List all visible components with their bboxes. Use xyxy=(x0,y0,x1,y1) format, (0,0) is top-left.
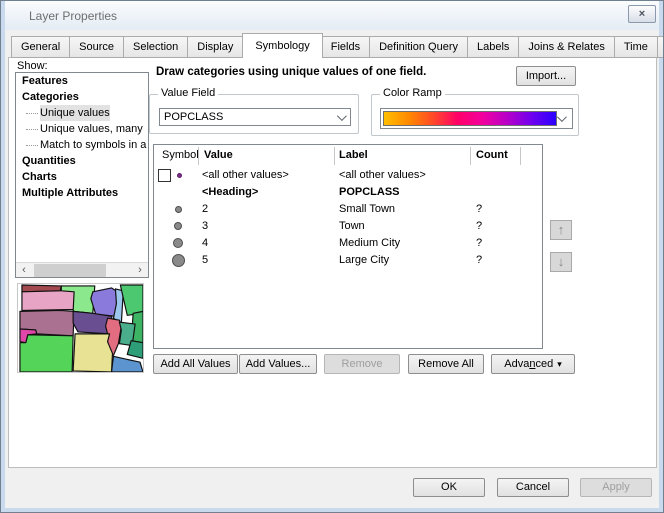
column-header-count: Count xyxy=(476,149,508,161)
value-field-label: Value Field xyxy=(158,87,218,99)
table-row[interactable]: 3 Town ? xyxy=(154,218,542,235)
tree-connector xyxy=(26,145,38,146)
tree-item-unique-values-many[interactable]: Unique values, many xyxy=(16,121,148,137)
column-separator[interactable] xyxy=(198,147,199,165)
tab-definition-query[interactable]: Definition Query xyxy=(370,36,468,58)
down-arrow-icon: ↓ xyxy=(558,254,565,269)
remove-button: Remove xyxy=(324,354,400,374)
color-ramp-label: Color Ramp xyxy=(380,87,445,99)
column-header-label: Label xyxy=(339,149,368,161)
advanced-button[interactable]: Advanced▾ xyxy=(491,354,575,374)
tab-general[interactable]: General xyxy=(11,36,70,58)
dropdown-caret-icon: ▾ xyxy=(557,359,562,369)
table-row[interactable]: 5 Large City ? xyxy=(154,252,542,269)
tree-item-match-symbols[interactable]: Match to symbols in a xyxy=(16,137,148,153)
tree-item-categories[interactable]: Categories xyxy=(16,89,148,105)
dialog-client-area: General Source Selection Display Symbolo… xyxy=(5,30,659,508)
tree-connector xyxy=(26,129,38,130)
scroll-right-icon[interactable]: › xyxy=(132,263,148,277)
color-ramp-group: Color Ramp xyxy=(371,94,579,136)
table-row[interactable]: 2 Small Town ? xyxy=(154,201,542,218)
add-all-values-button[interactable]: Add All Values xyxy=(153,354,238,374)
column-separator[interactable] xyxy=(520,147,521,165)
tab-labels[interactable]: Labels xyxy=(468,36,519,58)
point-symbol-icon xyxy=(173,238,183,248)
color-ramp-swatch xyxy=(383,111,557,126)
window-title: Layer Properties xyxy=(29,9,117,23)
symbol-cell[interactable] xyxy=(154,235,198,252)
tree-item-features[interactable]: Features xyxy=(16,73,148,89)
tree-item-quantities[interactable]: Quantities xyxy=(16,153,148,169)
up-arrow-icon: ↑ xyxy=(558,222,565,237)
move-up-button[interactable]: ↑ xyxy=(550,220,572,240)
import-button[interactable]: Import... xyxy=(516,66,576,86)
tab-symbology[interactable]: Symbology xyxy=(242,33,322,58)
symbol-cell[interactable] xyxy=(154,201,198,218)
value-field-value: POPCLASS xyxy=(164,111,223,123)
scroll-left-icon[interactable]: ‹ xyxy=(16,263,32,277)
symbol-cell[interactable] xyxy=(154,218,198,235)
show-label: Show: xyxy=(17,60,48,72)
column-separator[interactable] xyxy=(470,147,471,165)
move-down-button[interactable]: ↓ xyxy=(550,252,572,272)
cancel-button[interactable]: Cancel xyxy=(497,478,569,497)
color-ramp-dropdown[interactable] xyxy=(380,108,573,129)
tree-item-charts[interactable]: Charts xyxy=(16,169,148,185)
tab-display[interactable]: Display xyxy=(188,36,243,58)
tab-selection[interactable]: Selection xyxy=(124,36,188,58)
tab-source[interactable]: Source xyxy=(70,36,124,58)
scrollbar-thumb[interactable] xyxy=(34,264,106,277)
point-symbol-icon xyxy=(177,173,182,178)
remove-all-button[interactable]: Remove All xyxy=(408,354,484,374)
tab-joins-relates[interactable]: Joins & Relates xyxy=(519,36,614,58)
chevron-down-icon xyxy=(557,112,567,122)
point-symbol-icon xyxy=(175,206,182,213)
show-tree-panel: Features Categories Unique values Unique… xyxy=(15,72,149,278)
tab-time[interactable]: Time xyxy=(615,36,658,58)
layer-properties-dialog: Layer Properties × General Source Select… xyxy=(0,0,664,513)
symbology-tab-page: Show: Features Categories Unique values … xyxy=(8,57,657,468)
tab-bar: General Source Selection Display Symbolo… xyxy=(11,35,664,58)
column-header-symbol: Symbol xyxy=(162,149,199,161)
tree-item-unique-values[interactable]: Unique values xyxy=(16,105,148,121)
table-row[interactable]: <all other values> <all other values> xyxy=(154,167,542,184)
values-table: Symbol Value Label Count <all other valu… xyxy=(153,144,543,349)
column-separator[interactable] xyxy=(334,147,335,165)
table-row-heading[interactable]: <Heading> POPCLASS xyxy=(154,184,542,201)
close-icon[interactable]: × xyxy=(628,5,656,23)
apply-button: Apply xyxy=(580,478,652,497)
ok-button[interactable]: OK xyxy=(413,478,485,497)
map-preview xyxy=(17,283,144,373)
tab-fields[interactable]: Fields xyxy=(322,36,370,58)
value-field-group: Value Field POPCLASS xyxy=(149,94,359,134)
tree-item-multiple-attributes[interactable]: Multiple Attributes xyxy=(16,185,148,201)
table-row[interactable]: 4 Medium City ? xyxy=(154,235,542,252)
chevron-down-icon xyxy=(337,111,347,121)
symbol-cell[interactable] xyxy=(154,167,198,184)
point-symbol-icon xyxy=(174,222,182,230)
tree-connector xyxy=(26,113,38,114)
value-field-dropdown[interactable]: POPCLASS xyxy=(159,108,351,126)
tree-horizontal-scrollbar[interactable]: ‹ › xyxy=(16,262,148,277)
values-table-header: Symbol Value Label Count xyxy=(154,145,542,167)
add-values-button[interactable]: Add Values... xyxy=(239,354,317,374)
title-bar[interactable]: Layer Properties × xyxy=(5,1,659,30)
all-other-values-checkbox[interactable] xyxy=(158,169,171,182)
point-symbol-icon xyxy=(172,254,185,267)
symbol-cell[interactable] xyxy=(154,252,198,269)
column-header-value: Value xyxy=(204,149,233,161)
description-text: Draw categories using unique values of o… xyxy=(156,66,426,78)
tab-html-popup[interactable]: HTML Popup xyxy=(658,36,664,58)
